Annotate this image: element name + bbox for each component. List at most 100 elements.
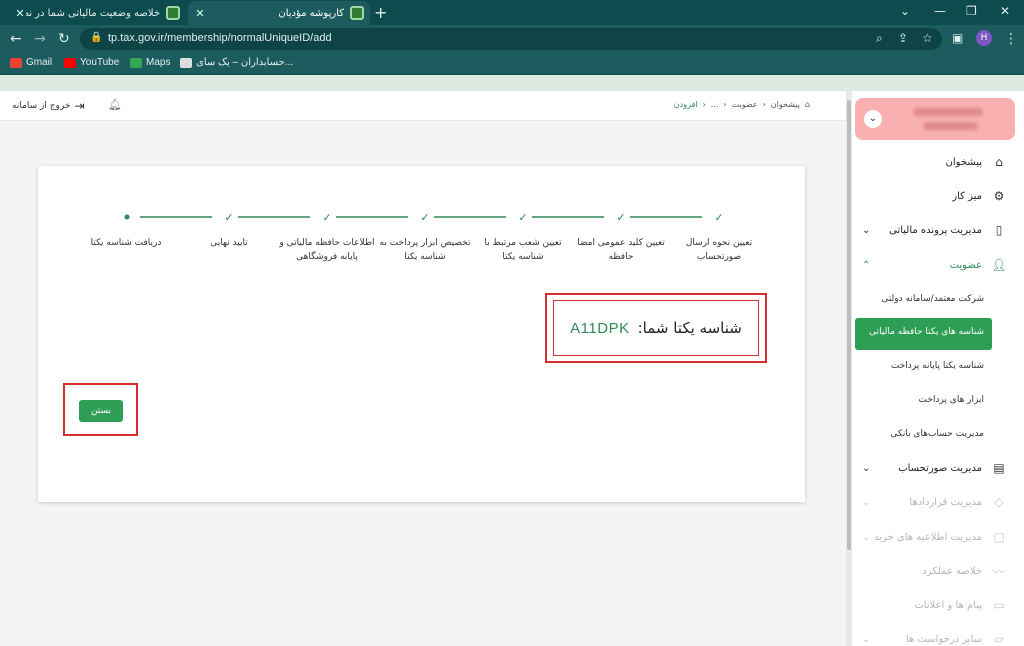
tab-search-chevron-icon[interactable]: ⌄ [900, 4, 910, 18]
bookmark-maps[interactable]: Maps [130, 57, 170, 68]
sidebar-item-other-requests[interactable]: ▱ سایر درخواست ها ⌄ [856, 629, 1008, 646]
breadcrumb-membership[interactable]: عضویت [732, 100, 758, 109]
bookmark-accountants[interactable]: حسابداران – یک سای... [180, 57, 293, 68]
unique-id-highlight: شناسه یکتا شما: A11DPK [545, 293, 767, 363]
tax-site-favicon-icon [350, 6, 364, 20]
redacted-user-id [923, 122, 978, 130]
tab-title: خلاصه وضعیت مالیاتی شما در نظا [26, 7, 160, 19]
sidebar-item-performance-summary[interactable]: 〰 خلاصه عملکرد [856, 561, 1008, 581]
chevron-down-icon[interactable]: ⌄ [864, 110, 882, 128]
sidebar-item-messages[interactable]: ▭ پیام ها و اعلانات [856, 595, 1008, 615]
step-label: اطلاعات حافظه مالیاتی و پایانه فروشگاهی [279, 238, 375, 262]
close-button[interactable]: بستن [79, 400, 123, 422]
step-done-check-icon: ✓ [224, 211, 233, 224]
bookmark-gmail[interactable]: Gmail [10, 57, 52, 68]
sidebar-item-invoice-management[interactable]: ▤ مدیریت صورتحساب ⌄ [856, 458, 1008, 478]
step-label: تعیین نحوه ارسال صورتحساب [685, 238, 753, 262]
breadcrumb-separator-icon: ‹ [762, 100, 766, 109]
user-profile-card[interactable]: ⌄ [855, 98, 1015, 140]
sidebar-item-membership[interactable]: 👤︎ عضویت ⌃ [856, 255, 1008, 275]
home-icon: ⌂ [995, 155, 1003, 169]
forward-icon[interactable]: → [34, 31, 46, 47]
breadcrumb-separator-icon: ‹ [723, 100, 727, 109]
chevron-up-icon: ⌃ [862, 259, 871, 271]
invoice-icon: ▤ [993, 461, 1005, 475]
workspace-icon: ⚙ [993, 189, 1005, 203]
chevron-down-icon: ⌄ [862, 531, 871, 543]
step-done-check-icon: ✓ [322, 211, 331, 224]
back-icon[interactable]: ← [10, 31, 22, 47]
shopping-bag-icon: ▢ [993, 530, 1005, 544]
bookmark-youtube[interactable]: YouTube [64, 57, 119, 68]
contract-icon: ◇ [994, 495, 1004, 509]
window-close-icon[interactable]: ✕ [1000, 4, 1010, 18]
browser-tab-tax-summary[interactable]: خلاصه وضعیت مالیاتی شما در نظا ✕ [8, 1, 186, 25]
request-icon: ▱ [994, 632, 1004, 646]
step-label: تعیین کلید عمومی امضا حافظه [577, 238, 665, 262]
close-tab-icon[interactable]: ✕ [194, 7, 206, 20]
sidebar-subitem-payment-terminal-id[interactable]: شناسه یکتا پایانه پرداخت [856, 361, 984, 371]
sidebar-item-dashboard[interactable]: ⌂ پیشخوان [856, 152, 1008, 172]
profile-avatar[interactable]: H [976, 30, 992, 46]
address-toolbar: ← → ↻ 🔒 tp.tax.gov.ir/membership/normalU… [0, 25, 1024, 53]
sidebar-scrollbar-thumb[interactable] [847, 100, 851, 550]
step-done-check-icon: ✓ [714, 211, 723, 224]
step-done-check-icon: ✓ [616, 211, 625, 224]
site-icon [180, 57, 192, 68]
bookmark-star-icon[interactable]: ☆ [922, 31, 933, 45]
logout-button[interactable]: ⇥ خروج از سامانه [12, 99, 85, 113]
reload-icon[interactable]: ↻ [58, 31, 70, 47]
message-icon: ▭ [993, 598, 1005, 612]
url-text[interactable]: tp.tax.gov.ir/membership/normalUniqueID/… [108, 32, 332, 44]
bell-icon[interactable]: 🔔︎ [108, 98, 122, 111]
chevron-down-icon: ⌄ [862, 462, 871, 474]
unique-id-label: شناسه یکتا شما: [637, 319, 742, 337]
breadcrumb-add: افزودن [673, 100, 698, 109]
sidebar-item-tax-file[interactable]: ▯ مدیریت پرونده مالیاتی ⌄ [856, 220, 1008, 240]
sidebar-item-purchase-notices[interactable]: ▢ مدیریت اطلاعیه های خرید ⌄ [856, 527, 1008, 547]
step-label: تایید نهایی [210, 238, 248, 248]
logout-label: خروج از سامانه [12, 101, 71, 111]
lock-icon: 🔒 [90, 32, 103, 43]
unique-id-value: A11DPK [570, 319, 630, 337]
sidebar-subitem-trusted-company[interactable]: شرکت معتمد/سامانه دولتی [856, 294, 984, 304]
step-current-dot-icon [124, 214, 130, 220]
sidebar-subitem-payment-tools[interactable]: ابزار های پرداخت [856, 395, 984, 405]
breadcrumb-ellipsis[interactable]: ... [711, 100, 719, 109]
browser-menu-icon[interactable]: ⋮ [1004, 31, 1018, 47]
chart-icon: 〰 [992, 564, 1005, 579]
sidebar-subitem-memory-unique-ids[interactable]: شناسه های یکتا حافظه مالیاتی [855, 318, 992, 350]
browser-tab-strip: خلاصه وضعیت مالیاتی شما در نظا ✕ کارپوشه… [0, 0, 1024, 25]
file-icon: ▯ [995, 223, 1003, 237]
unique-id-card: ✓ ✓ ✓ ✓ ✓ ✓ تعیین نحوه ارسال صورتحساب تع… [38, 166, 805, 502]
close-button-highlight: بستن [63, 383, 138, 436]
header-banner [0, 75, 1024, 91]
sidebar-subitem-bank-accounts[interactable]: مدیریت حساب‌های بانکی [856, 429, 984, 439]
address-bar[interactable]: 🔒 tp.tax.gov.ir/membership/normalUniqueI… [80, 28, 942, 50]
new-tab-icon[interactable]: + [374, 3, 387, 22]
user-icon: 👤︎ [991, 258, 1007, 272]
close-tab-icon[interactable]: ✕ [14, 7, 26, 20]
step-done-check-icon: ✓ [518, 211, 527, 224]
home-icon: ⌂ [804, 100, 810, 109]
gmail-icon [10, 57, 22, 68]
step-label: دریافت شناسه یکتا [90, 238, 162, 248]
zoom-icon[interactable]: ⌕ [876, 31, 883, 46]
redacted-user-name [913, 108, 983, 116]
browser-tab-taxpayer-portal[interactable]: کارپوشه مؤدیان ✕ [188, 1, 370, 25]
sidebar-item-contracts[interactable]: ◇ مدیریت قراردادها ⌄ [856, 492, 1008, 512]
step-done-check-icon: ✓ [420, 211, 429, 224]
breadcrumb-dashboard[interactable]: پیشخوان [771, 100, 800, 109]
sidebar-item-workspace[interactable]: ⚙ میز کار [856, 186, 1008, 206]
side-panel-icon[interactable]: ▣ [952, 31, 963, 45]
breadcrumb-separator-icon: ‹ [702, 100, 706, 109]
tax-site-favicon-icon [166, 6, 180, 20]
share-icon[interactable]: ⇪ [898, 31, 908, 45]
page-topbar: ⇥ خروج از سامانه 🔔︎ ⌂ پیشخوان ‹ عضویت ‹ … [0, 91, 846, 121]
restore-icon[interactable]: ❐ [966, 4, 977, 18]
chevron-down-icon: ⌄ [862, 633, 871, 645]
tab-title: کارپوشه مؤدیان [278, 7, 344, 19]
minimize-icon[interactable]: — [934, 4, 946, 18]
bookmarks-bar: Gmail YouTube Maps حسابداران – یک سای... [0, 53, 1024, 75]
unique-id-display: شناسه یکتا شما: A11DPK [553, 300, 759, 356]
